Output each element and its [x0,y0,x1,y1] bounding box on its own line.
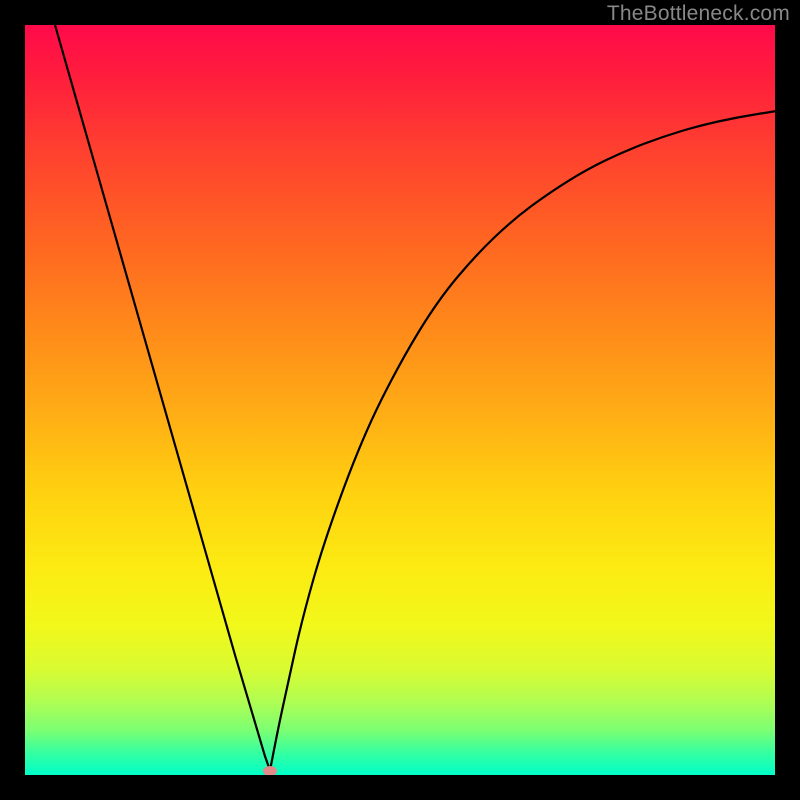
chart-frame: TheBottleneck.com [0,0,800,800]
curve-right-branch [270,111,775,770]
watermark-label: TheBottleneck.com [607,2,790,26]
vertex-marker [263,766,277,776]
curve-left-branch [55,25,270,771]
plot-area [25,25,775,775]
curve-svg [25,25,775,775]
